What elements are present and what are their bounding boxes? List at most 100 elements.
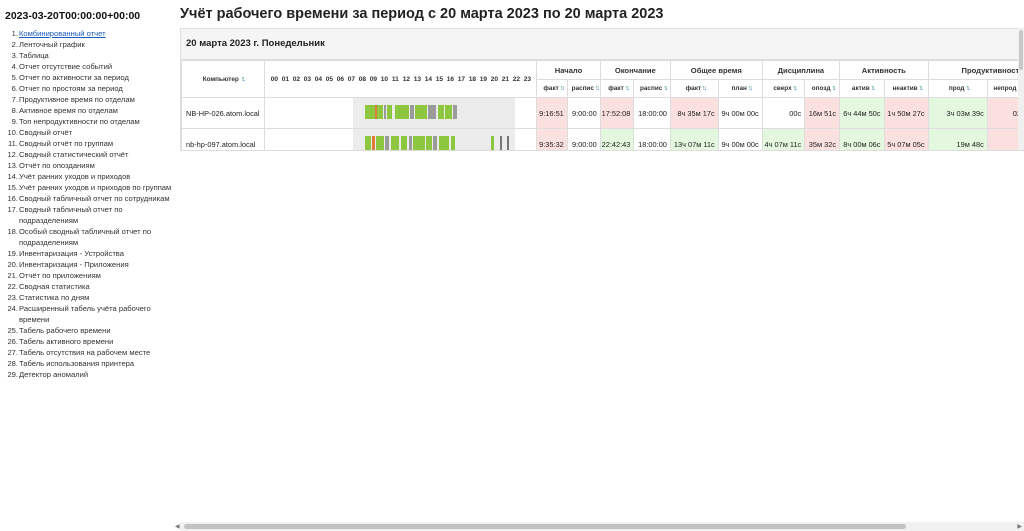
subheader-8[interactable]: актив ↑↓: [839, 79, 885, 98]
report-item-link[interactable]: Отчёт по опозданиям: [19, 160, 172, 171]
report-item-number: 12.: [7, 150, 18, 159]
report-item[interactable]: 20. Инвентаризация - Приложения: [0, 259, 172, 270]
report-item[interactable]: 27. Табель отсутствия на рабочем месте: [0, 347, 172, 358]
sort-icon[interactable]: ↑↓: [832, 85, 837, 92]
report-item[interactable]: 1. Комбинированный отчет: [0, 28, 172, 39]
activity-segment: [391, 136, 400, 150]
report-item[interactable]: 6. Отчет по простоям за период: [0, 83, 172, 94]
report-item[interactable]: 2. Ленточный график: [0, 39, 172, 50]
report-item-link[interactable]: Комбинированный отчет: [19, 28, 172, 39]
hour-label: 08: [358, 75, 367, 83]
report-item-link[interactable]: Отчет отсутствие событий: [19, 61, 172, 72]
report-item-link[interactable]: Инвентаризация - Устройства: [19, 248, 172, 259]
report-item[interactable]: 18. Особый сводный табличный отчет по под…: [0, 226, 172, 248]
sort-icon[interactable]: ↑↓: [871, 85, 876, 92]
report-item[interactable]: 3. Таблица: [0, 50, 172, 61]
scroll-right-icon[interactable]: ▶: [1017, 523, 1022, 530]
activity-segment: [377, 105, 384, 119]
subheader-6[interactable]: сверх ↑↓: [761, 79, 806, 98]
report-item-link[interactable]: Отчёт по приложениям: [19, 270, 172, 281]
report-item[interactable]: 23. Статистика по дням: [0, 292, 172, 303]
hour-label: 07: [347, 75, 356, 83]
subheader-1[interactable]: распис ↑↓: [566, 79, 601, 98]
report-item-link[interactable]: Детектор аномалий: [19, 369, 172, 380]
sort-icon[interactable]: ↑↓: [595, 85, 599, 92]
sort-icon[interactable]: ↑↓: [663, 85, 668, 92]
sort-icon[interactable]: ↑↓: [919, 85, 924, 92]
sort-icon[interactable]: ↑↓: [625, 85, 630, 92]
sort-icon[interactable]: ↑↓: [748, 85, 753, 92]
horizontal-scrollbar[interactable]: ◀ ▶: [175, 522, 1024, 531]
report-item-link[interactable]: Расширенный табель учёта рабочего времен…: [19, 303, 172, 325]
report-item[interactable]: 17. Сводный табличный отчет по подразделе…: [0, 204, 172, 226]
report-item-link[interactable]: Ленточный график: [19, 39, 172, 50]
activity-segment: [372, 136, 376, 150]
timeline-cell[interactable]: [264, 97, 538, 129]
report-item-link[interactable]: Топ непродуктивности по отделам: [19, 116, 172, 127]
subheader-4[interactable]: факт ↑↓: [669, 79, 719, 98]
report-item[interactable]: 14. Учёт ранних уходов и приходов: [0, 171, 172, 182]
report-item-link[interactable]: Продуктивное время по отделам: [19, 94, 172, 105]
subheader-5[interactable]: план ↑↓: [717, 79, 763, 98]
computer-name[interactable]: nb-hp-097.atom.local: [181, 128, 266, 150]
report-item[interactable]: 25. Табель рабочего времени: [0, 325, 172, 336]
report-item-number: 11.: [8, 139, 18, 148]
report-item-link[interactable]: Особый сводный табличный отчет по подраз…: [19, 226, 172, 248]
report-item[interactable]: 15. Учёт ранних уходов и приходов по груп…: [0, 182, 172, 193]
report-item-link[interactable]: Сводная статистика: [19, 281, 172, 292]
report-item-link[interactable]: Инвентаризация - Приложения: [19, 259, 172, 270]
report-item-link[interactable]: Отчет по простоям за период: [19, 83, 172, 94]
report-item-link[interactable]: Сводный табличный отчет по подразделения…: [19, 204, 172, 226]
report-item[interactable]: 19. Инвентаризация - Устройства: [0, 248, 172, 259]
report-item-link[interactable]: Активное время по отделам: [19, 105, 172, 116]
sort-icon[interactable]: ↑↓: [702, 85, 707, 92]
report-item-link[interactable]: Сводный статистический отчёт: [19, 149, 172, 160]
sort-icon[interactable]: ↑↓: [560, 85, 565, 92]
subheader-0[interactable]: факт ↑↓: [536, 79, 568, 98]
report-item-number: 9.: [11, 117, 18, 126]
report-item[interactable]: 26. Табель активного времени: [0, 336, 172, 347]
report-item[interactable]: 21. Отчёт по приложениям: [0, 270, 172, 281]
report-item[interactable]: 29. Детектор аномалий: [0, 369, 172, 380]
report-item-link[interactable]: Таблица: [19, 50, 172, 61]
subheader-2[interactable]: факт ↑↓: [599, 79, 635, 98]
report-item-link[interactable]: Сводный отчёт: [19, 127, 172, 138]
report-item[interactable]: 12. Сводный статистический отчёт: [0, 149, 172, 160]
report-item[interactable]: 8. Активное время по отделам: [0, 105, 172, 116]
report-item-link[interactable]: Сводный отчёт по группам: [19, 138, 172, 149]
report-item[interactable]: 24. Расширенный табель учёта рабочего вре…: [0, 303, 172, 325]
sort-icon[interactable]: ↑↓: [965, 85, 970, 92]
subheader-3[interactable]: распис ↑↓: [633, 79, 671, 98]
report-item[interactable]: 13. Отчёт по опозданиям: [0, 160, 172, 171]
computer-column-header[interactable]: Компьютер ↑↓: [181, 60, 266, 98]
subheader-7[interactable]: опозд ↑↓: [804, 79, 841, 98]
report-item-link[interactable]: Табель рабочего времени: [19, 325, 172, 336]
report-item[interactable]: 16. Сводный табличный отчет по сотрудника…: [0, 193, 172, 204]
scroll-left-icon[interactable]: ◀: [175, 523, 180, 530]
vertical-scrollbar[interactable]: [1018, 28, 1024, 150]
sort-icon[interactable]: ↑↓: [241, 76, 246, 83]
report-item-link[interactable]: Сводный табличный отчет по сотрудникам: [19, 193, 172, 204]
value-cell: 17:52:08: [599, 97, 635, 129]
report-item-link[interactable]: Учёт ранних уходов и приходов: [19, 171, 172, 182]
report-item-link[interactable]: Табель использования принтера: [19, 358, 172, 369]
report-item[interactable]: 10. Сводный отчёт: [0, 127, 172, 138]
computer-name[interactable]: NB-HP-026.atom.local: [181, 97, 266, 129]
report-item-link[interactable]: Отчет по активности за период: [19, 72, 172, 83]
report-item-link[interactable]: Табель активного времени: [19, 336, 172, 347]
report-item[interactable]: 7. Продуктивное время по отделам: [0, 94, 172, 105]
report-item-link[interactable]: Учёт ранних уходов и приходов по группам: [19, 182, 172, 193]
subheader-10[interactable]: прод ↑↓: [927, 79, 988, 98]
report-item[interactable]: 5. Отчет по активности за период: [0, 72, 172, 83]
report-item[interactable]: 11. Сводный отчёт по группам: [0, 138, 172, 149]
report-item-link[interactable]: Табель отсутствия на рабочем месте: [19, 347, 172, 358]
report-item-link[interactable]: Статистика по дням: [19, 292, 172, 303]
report-item[interactable]: 4. Отчет отсутствие событий: [0, 61, 172, 72]
report-item[interactable]: 22. Сводная статистика: [0, 281, 172, 292]
report-item[interactable]: 28. Табель использования принтера: [0, 358, 172, 369]
subheader-9[interactable]: неактив ↑↓: [883, 79, 929, 98]
timeline-cell[interactable]: [264, 128, 538, 150]
scrollbar-thumb[interactable]: [184, 524, 906, 529]
report-item[interactable]: 9. Топ непродуктивности по отделам: [0, 116, 172, 127]
sort-icon[interactable]: ↑↓: [793, 85, 798, 92]
